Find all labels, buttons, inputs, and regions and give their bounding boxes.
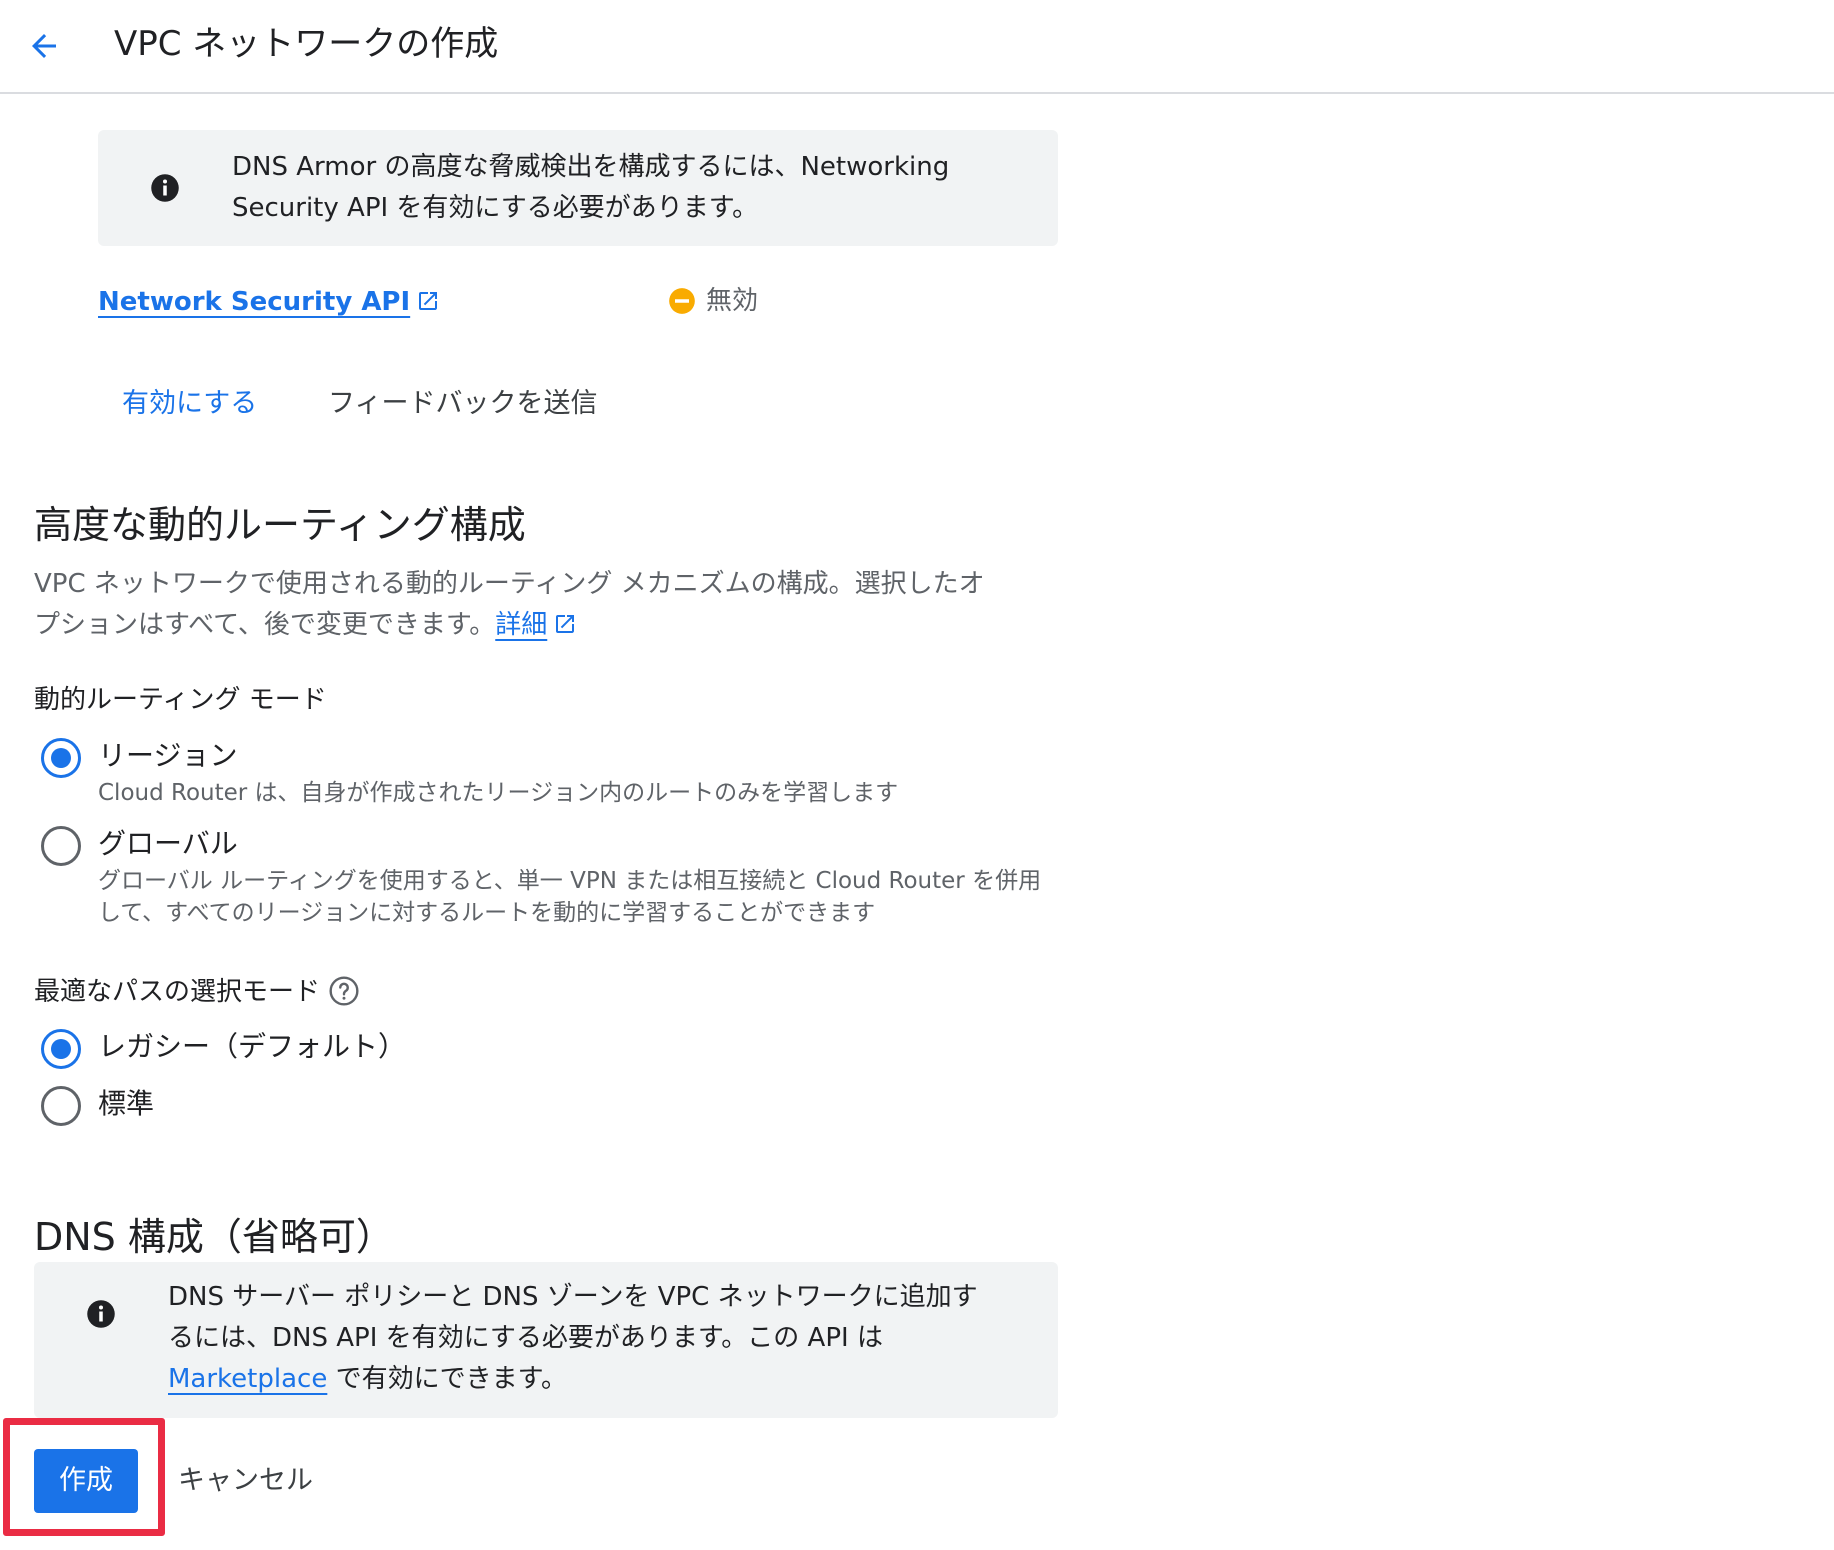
description-line: グローバル ルーティングを使用すると、単一 VPN または相互接続と Cloud…	[98, 868, 1042, 894]
notice-line: DNS Armor の高度な脅威検出を構成するには、Networking	[232, 152, 950, 182]
network-security-api-link[interactable]: Network Security API	[98, 287, 410, 317]
api-status: 無効	[668, 281, 758, 321]
routing-mode-regional-label[interactable]: リージョン	[98, 736, 237, 776]
help-icon[interactable]	[328, 975, 360, 1007]
best-path-legacy-label[interactable]: レガシー（デフォルト）	[98, 1027, 406, 1067]
description-line: して、すべてのリージョンに対するルートを動的に学習することができます	[98, 900, 876, 926]
routing-mode-regional-radio[interactable]	[41, 738, 81, 778]
best-path-standard-label[interactable]: 標準	[98, 1084, 154, 1124]
open-in-new-icon[interactable]	[416, 289, 440, 313]
arrow-back-icon	[32, 34, 56, 58]
dns-armor-notice: DNS Armor の高度な脅威検出を構成するには、Networking Sec…	[98, 130, 1058, 246]
marketplace-link[interactable]: Marketplace	[168, 1364, 327, 1394]
notice-line: DNS サーバー ポリシーと DNS ゾーンを VPC ネットワークに追加す	[168, 1282, 978, 1312]
back-button[interactable]	[16, 18, 72, 74]
dns-api-notice-text: DNS サーバー ポリシーと DNS ゾーンを VPC ネットワークに追加す る…	[168, 1277, 1028, 1400]
dns-config-title: DNS 構成（省略可）	[34, 1215, 394, 1259]
open-in-new-icon[interactable]	[553, 612, 577, 636]
description-text: プションはすべて、後で変更できます。	[34, 610, 496, 640]
description-line: VPC ネットワークで使用される動的ルーティング メカニズムの構成。選択したオ	[34, 569, 985, 599]
dynamic-routing-title: 高度な動的ルーティング構成	[34, 503, 526, 547]
network-security-api-row: Network Security API	[98, 282, 440, 322]
description-line-with-link: プションはすべて、後で変更できます。詳細	[34, 605, 1064, 646]
routing-mode-global-description: グローバル ルーティングを使用すると、単一 VPN または相互接続と Cloud…	[98, 865, 1078, 929]
page-title: VPC ネットワークの作成	[114, 24, 499, 64]
notice-line: るには、DNS API を有効にする必要があります。この API は	[168, 1323, 883, 1353]
info-icon	[151, 174, 179, 202]
best-path-legacy-radio[interactable]	[41, 1029, 81, 1069]
dns-api-notice: DNS サーバー ポリシーと DNS ゾーンを VPC ネットワークに追加す る…	[34, 1262, 1058, 1418]
notice-text: で有効にできます。	[327, 1364, 567, 1394]
dynamic-routing-description: VPC ネットワークで使用される動的ルーティング メカニズムの構成。選択したオ …	[34, 564, 1064, 646]
best-path-standard-radio[interactable]	[41, 1086, 81, 1126]
disabled-status-icon	[669, 288, 695, 314]
cancel-button[interactable]: キャンセル	[178, 1461, 313, 1501]
create-button[interactable]: 作成	[34, 1449, 138, 1513]
notice-line-with-link: Marketplace で有効にできます。	[168, 1359, 1028, 1400]
enable-api-button[interactable]: 有効にする	[122, 384, 257, 424]
page-header: VPC ネットワークの作成	[0, 0, 1834, 94]
routing-mode-global-label[interactable]: グローバル	[98, 824, 238, 864]
send-feedback-button[interactable]: フィードバックを送信	[328, 384, 597, 424]
notice-line: Security API を有効にする必要があります。	[232, 193, 759, 223]
routing-mode-regional-description: Cloud Router は、自身が作成されたリージョン内のルートのみを学習しま…	[98, 780, 899, 806]
best-path-mode-text: 最適なパスの選択モード	[34, 977, 321, 1007]
best-path-mode-label: 最適なパスの選択モード	[34, 972, 360, 1012]
api-status-label: 無効	[706, 286, 759, 316]
info-icon	[87, 1300, 115, 1328]
details-link[interactable]: 詳細	[495, 610, 547, 640]
routing-mode-global-radio[interactable]	[41, 826, 81, 866]
dynamic-routing-mode-label: 動的ルーティング モード	[34, 685, 327, 715]
dns-armor-notice-text: DNS Armor の高度な脅威検出を構成するには、Networking Sec…	[232, 147, 1032, 229]
